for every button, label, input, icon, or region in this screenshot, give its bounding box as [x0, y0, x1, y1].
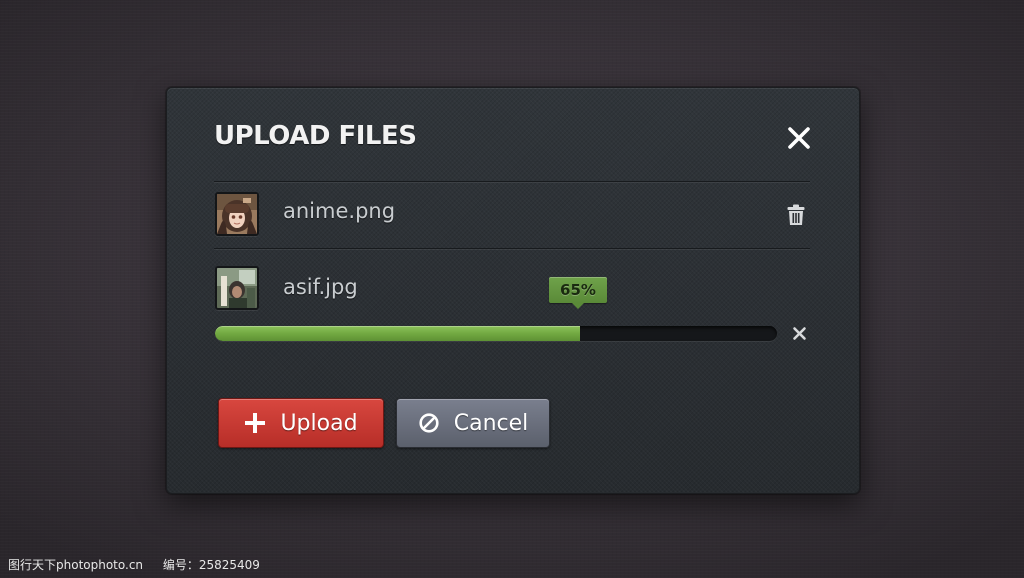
- watermark: 图行天下photophoto.cn 编号：25825409: [8, 556, 276, 573]
- delete-file-button[interactable]: [787, 204, 805, 226]
- upload-button[interactable]: Upload: [218, 398, 384, 448]
- close-icon: [788, 127, 810, 149]
- plus-icon: [245, 413, 266, 433]
- progress-percent-badge: 65%: [549, 277, 607, 309]
- upload-dialog: UPLOAD FILES anime.png asif.jpg 65% Uplo…: [166, 87, 860, 494]
- cancel-button-label: Cancel: [453, 410, 529, 436]
- upload-button-label: Upload: [280, 410, 358, 436]
- photo-thumbnail: [217, 268, 257, 308]
- trash-icon: [787, 204, 805, 225]
- file-thumbnail: [215, 192, 259, 236]
- dialog-title: UPLOAD FILES: [214, 121, 417, 151]
- cancel-button[interactable]: Cancel: [396, 398, 550, 448]
- file-name: asif.jpg: [283, 275, 358, 299]
- progress-fill: [215, 326, 581, 341]
- anime-thumbnail: [217, 194, 257, 234]
- close-icon: [793, 327, 806, 340]
- close-dialog-button[interactable]: [785, 124, 813, 152]
- file-name: anime.png: [283, 199, 396, 223]
- divider: [214, 181, 810, 183]
- cancel-icon: [419, 413, 439, 433]
- watermark-site: 图行天下photophoto.cn: [8, 558, 144, 572]
- upload-progress-bar: [215, 326, 777, 341]
- divider: [214, 248, 810, 250]
- file-thumbnail: [215, 266, 259, 310]
- cancel-file-upload-button[interactable]: [791, 325, 808, 342]
- watermark-id: 编号：25825409: [162, 558, 260, 572]
